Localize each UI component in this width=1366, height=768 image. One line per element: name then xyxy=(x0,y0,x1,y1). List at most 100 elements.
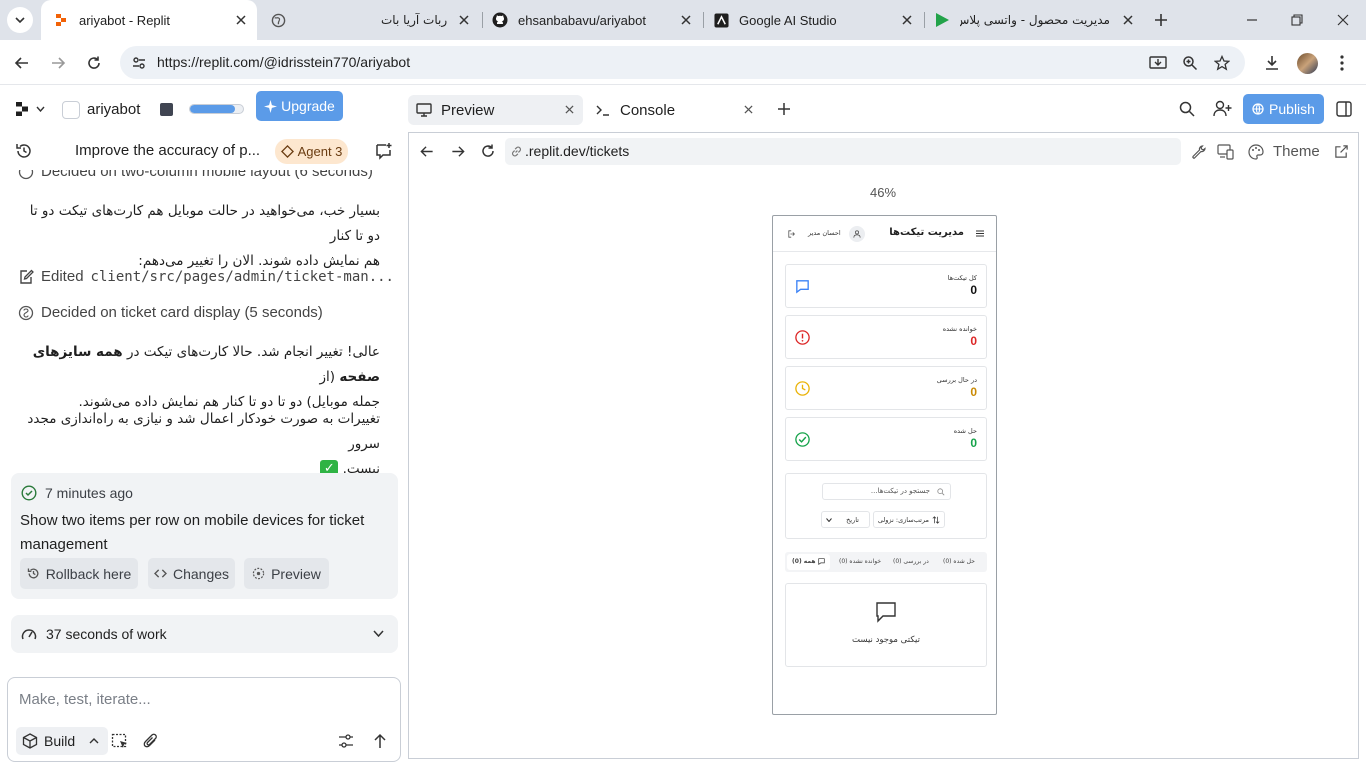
new-chat-icon[interactable] xyxy=(375,142,393,160)
arrow-right-icon[interactable] xyxy=(450,144,466,159)
close-tab-icon[interactable] xyxy=(678,12,694,28)
stat-label: کل تیکت‌ها xyxy=(947,274,977,282)
downloads-button[interactable] xyxy=(1261,52,1283,74)
search-filter-card: جستجو در تیکت‌ها... مرتب‌سازی: نزولی تار… xyxy=(785,473,987,539)
thought-step[interactable]: Decided on ticket card display (5 second… xyxy=(18,304,323,321)
edited-label: Edited xyxy=(41,268,84,285)
user-avatar[interactable] xyxy=(849,226,865,242)
new-tab-button[interactable] xyxy=(1150,9,1172,31)
monitor-icon xyxy=(416,103,432,117)
browser-menu-button[interactable] xyxy=(1331,52,1353,74)
browser-tab-ariyabot-site[interactable]: ربات آریا بات xyxy=(262,0,480,40)
thought-step[interactable]: Decided on two-column mobile layout (6 s… xyxy=(18,170,373,180)
agent-badge[interactable]: Agent 3 xyxy=(275,139,348,164)
upgrade-button[interactable]: Upgrade xyxy=(256,91,343,121)
close-tab-icon[interactable] xyxy=(233,12,249,28)
chevron-down-icon xyxy=(15,17,25,24)
stat-card-in-review[interactable]: در حال بررسی 0 xyxy=(785,366,987,410)
preview-label: Preview xyxy=(271,565,321,582)
browser-tab-replit[interactable]: ariyabot - Replit xyxy=(41,0,257,40)
replit-logo-icon[interactable] xyxy=(16,102,28,116)
stat-card-solved[interactable]: حل شده 0 xyxy=(785,417,987,461)
chevron-down-icon[interactable] xyxy=(36,106,45,112)
sort-field-select[interactable]: تاریخ xyxy=(821,511,870,528)
chat-bubble-icon xyxy=(876,602,896,623)
send-arrow-icon[interactable] xyxy=(370,731,390,751)
arrow-left-icon[interactable] xyxy=(419,144,435,159)
work-summary[interactable]: 37 seconds of work xyxy=(11,615,398,653)
agent-icon xyxy=(280,145,294,158)
address-bar[interactable]: https://replit.com/@idrisstein770/ariyab… xyxy=(120,46,1245,79)
history-icon[interactable] xyxy=(15,142,33,160)
attach-icon[interactable] xyxy=(141,731,161,751)
webview-url-bar[interactable]: .replit.dev/tickets xyxy=(505,138,1181,165)
gauge-icon xyxy=(21,629,37,640)
close-tab-icon[interactable] xyxy=(899,12,915,28)
edit-file-icon xyxy=(18,269,34,285)
stat-value: 0 xyxy=(970,283,977,297)
search-icon[interactable] xyxy=(1179,101,1195,117)
open-external-icon[interactable] xyxy=(1334,144,1349,159)
minimize-icon xyxy=(1247,19,1257,21)
bookmark-star-icon[interactable] xyxy=(1211,52,1233,74)
tab-search-button[interactable] xyxy=(7,7,33,33)
browser-tab-watsi[interactable]: مدیریت محصول - واتسی پلاس xyxy=(926,0,1144,40)
ticket-search-input[interactable]: جستجو در تیکت‌ها... xyxy=(822,483,951,500)
close-icon[interactable] xyxy=(565,105,574,114)
theme-label[interactable]: Theme xyxy=(1273,143,1320,160)
close-tab-icon[interactable] xyxy=(1120,12,1136,28)
rollback-button[interactable]: Rollback here xyxy=(20,558,138,589)
devtools-wrench-icon[interactable] xyxy=(1191,144,1207,160)
stat-card-unread[interactable]: خوانده نشده 0 xyxy=(785,315,987,359)
tab-preview[interactable]: Preview xyxy=(408,95,583,125)
site-settings-icon[interactable] xyxy=(128,52,150,74)
agent-prompt-input[interactable]: Make, test, iterate... Build xyxy=(7,677,401,762)
restore-button[interactable] xyxy=(1285,8,1309,32)
back-button[interactable] xyxy=(11,52,33,74)
device-toggle-icon[interactable] xyxy=(1217,144,1235,160)
reload-icon[interactable] xyxy=(480,143,496,159)
changes-button[interactable]: Changes xyxy=(148,558,235,589)
stat-card-total[interactable]: کل تیکت‌ها 0 xyxy=(785,264,987,308)
tab-console[interactable]: Console xyxy=(596,95,766,125)
publish-button[interactable]: Publish xyxy=(1243,94,1324,124)
edited-file-step[interactable]: Edited client/src/pages/admin/ticket-man… xyxy=(18,268,394,285)
filter-tab-all[interactable]: همه (0) xyxy=(787,554,830,570)
checkpoint-preview-button[interactable]: Preview xyxy=(244,558,329,589)
palette-icon[interactable] xyxy=(1248,144,1264,160)
globe-icon xyxy=(270,12,286,28)
profile-avatar[interactable] xyxy=(1297,53,1318,74)
empty-message: تیکتی موجود نیست xyxy=(852,635,920,645)
agent-label: Agent 3 xyxy=(297,144,343,159)
close-window-button[interactable] xyxy=(1331,8,1355,32)
install-app-icon[interactable] xyxy=(1147,52,1169,74)
sort-arrows-icon xyxy=(932,516,940,524)
reload-button[interactable] xyxy=(83,52,105,74)
hamburger-menu-icon[interactable] xyxy=(976,230,984,237)
date-label: تاریخ xyxy=(846,516,859,524)
workspace-header: ariyabot Upgrade xyxy=(0,86,408,132)
invite-user-icon[interactable] xyxy=(1213,100,1232,117)
replit-icon xyxy=(53,12,69,28)
sort-button[interactable]: مرتب‌سازی: نزولی xyxy=(873,511,945,528)
browser-tab-github[interactable]: ehsanbabavu/ariyabot xyxy=(484,0,702,40)
filter-tab-review[interactable]: در بررسی (0) xyxy=(893,558,929,565)
filter-tab-solved[interactable]: حل شده (0) xyxy=(943,558,975,565)
zoom-level: 46% xyxy=(870,185,897,200)
browser-tab-ai-studio[interactable]: Google AI Studio xyxy=(705,0,923,40)
select-element-icon[interactable] xyxy=(110,731,130,751)
sidebar-toggle-icon[interactable] xyxy=(1336,101,1352,117)
close-icon[interactable] xyxy=(744,105,753,114)
zoom-icon[interactable] xyxy=(1179,52,1201,74)
close-tab-icon[interactable] xyxy=(456,12,472,28)
project-name[interactable]: ariyabot xyxy=(87,101,140,118)
plus-icon[interactable] xyxy=(777,102,791,116)
filter-tab-unread[interactable]: خوانده نشده (0) xyxy=(839,558,881,565)
webview-pane: .replit.dev/tickets Theme 46% احسان مدیر… xyxy=(408,132,1359,759)
settings-sliders-icon[interactable] xyxy=(336,731,356,751)
stop-icon[interactable] xyxy=(160,103,173,116)
logout-icon[interactable] xyxy=(788,230,796,238)
build-mode-button[interactable]: Build xyxy=(16,727,108,755)
minimize-button[interactable] xyxy=(1240,8,1264,32)
forward-button[interactable] xyxy=(47,52,69,74)
